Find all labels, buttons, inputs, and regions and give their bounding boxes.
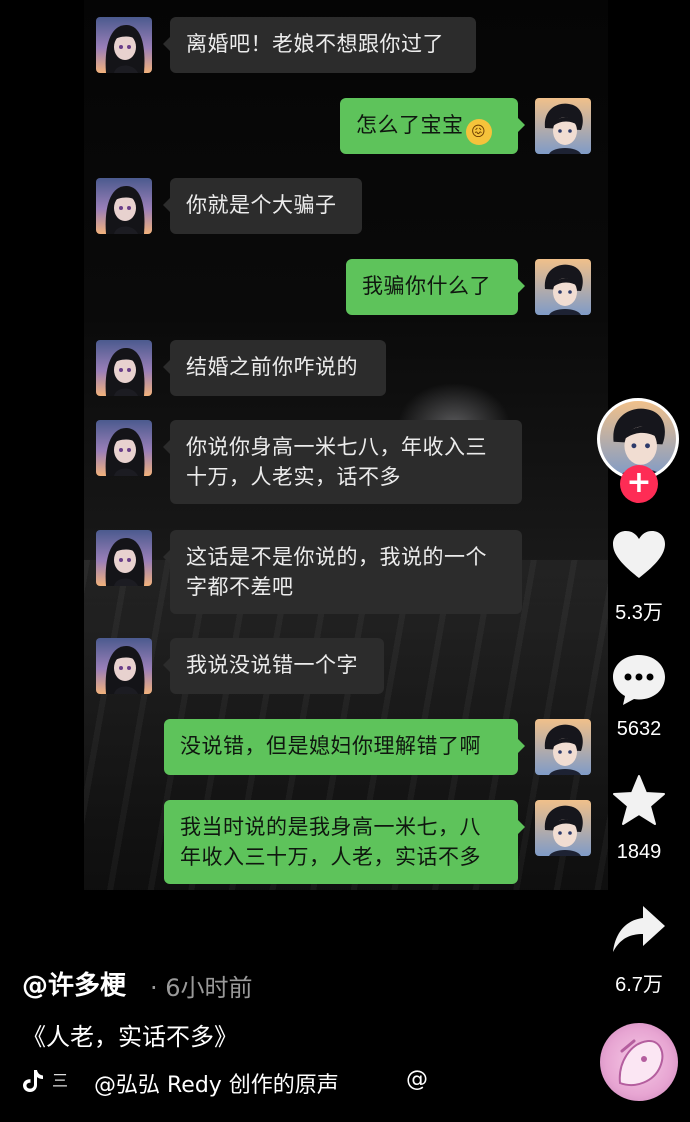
like-count: 5.3万 (615, 602, 663, 624)
star-icon[interactable] (611, 774, 667, 830)
persevere-emoji-icon: 😖 (465, 119, 492, 145)
music-disc[interactable] (600, 1023, 678, 1101)
share-count: 6.7万 (615, 974, 663, 996)
my-avatar[interactable] (535, 800, 591, 856)
outgoing-message-bubble: 没说错，但是媳妇你理解错了啊 (164, 719, 525, 775)
sender-avatar[interactable] (96, 530, 152, 586)
author-handle[interactable]: @许多梗 (22, 965, 126, 1002)
my-avatar[interactable] (535, 98, 591, 154)
follow-button[interactable]: + (620, 465, 658, 503)
video-caption: 《人老，实话不多》 (22, 1023, 238, 1051)
tiktok-note-icon (23, 1070, 43, 1092)
music-title[interactable]: @弘弘 Redy 创作的原声 (94, 1067, 339, 1099)
my-avatar[interactable] (535, 259, 591, 315)
incoming-message-bubble: 结婚之前你咋说的 (163, 340, 386, 396)
music-trailing-text: @ (406, 1067, 428, 1092)
comment-icon[interactable] (611, 652, 667, 708)
message-text: 怎么了宝宝 (356, 113, 464, 137)
music-row[interactable]: 三 @弘弘 Redy 创作的原声 @ (22, 1067, 582, 1099)
incoming-message-bubble: 我说没说错一个字 (163, 638, 384, 694)
message-line: 我当时说的是我身高一米七，八 (180, 815, 481, 839)
outgoing-message-bubble: 怎么了宝宝 😖 (340, 98, 525, 154)
sender-avatar[interactable] (96, 420, 152, 476)
message-line: 字都不差吧 (186, 575, 294, 599)
outgoing-message-bubble: 我当时说的是我身高一米七，八 年收入三十万，人老，实话不多 (164, 800, 525, 884)
message-line: 你说你身高一米七八，年收入三 (186, 435, 487, 459)
heart-icon[interactable] (611, 528, 667, 584)
incoming-message-bubble: 你说你身高一米七八，年收入三 十万，人老实，话不多 (163, 420, 522, 504)
comment-count: 5632 (616, 718, 662, 740)
message-line: 这话是不是你说的，我说的一个 (186, 545, 487, 569)
sender-avatar[interactable] (96, 340, 152, 396)
message-line: 十万，人老实，话不多 (186, 465, 401, 489)
my-avatar[interactable] (535, 719, 591, 775)
outgoing-message-bubble: 我骗你什么了 (346, 259, 525, 315)
incoming-message-bubble: 这话是不是你说的，我说的一个 字都不差吧 (163, 530, 522, 614)
favorite-count: 1849 (616, 841, 662, 863)
incoming-message-bubble: 离婚吧！老娘不想跟你过了 (163, 17, 476, 73)
share-icon[interactable] (611, 902, 667, 958)
music-lines-text: 三 (52, 1071, 69, 1090)
sender-avatar[interactable] (96, 638, 152, 694)
message-line: 年收入三十万，人老，实话不多 (180, 845, 481, 869)
post-time: · 6小时前 (150, 974, 253, 1002)
sender-avatar[interactable] (96, 178, 152, 234)
incoming-message-bubble: 你就是个大骗子 (163, 178, 362, 234)
sender-avatar[interactable] (96, 17, 152, 73)
